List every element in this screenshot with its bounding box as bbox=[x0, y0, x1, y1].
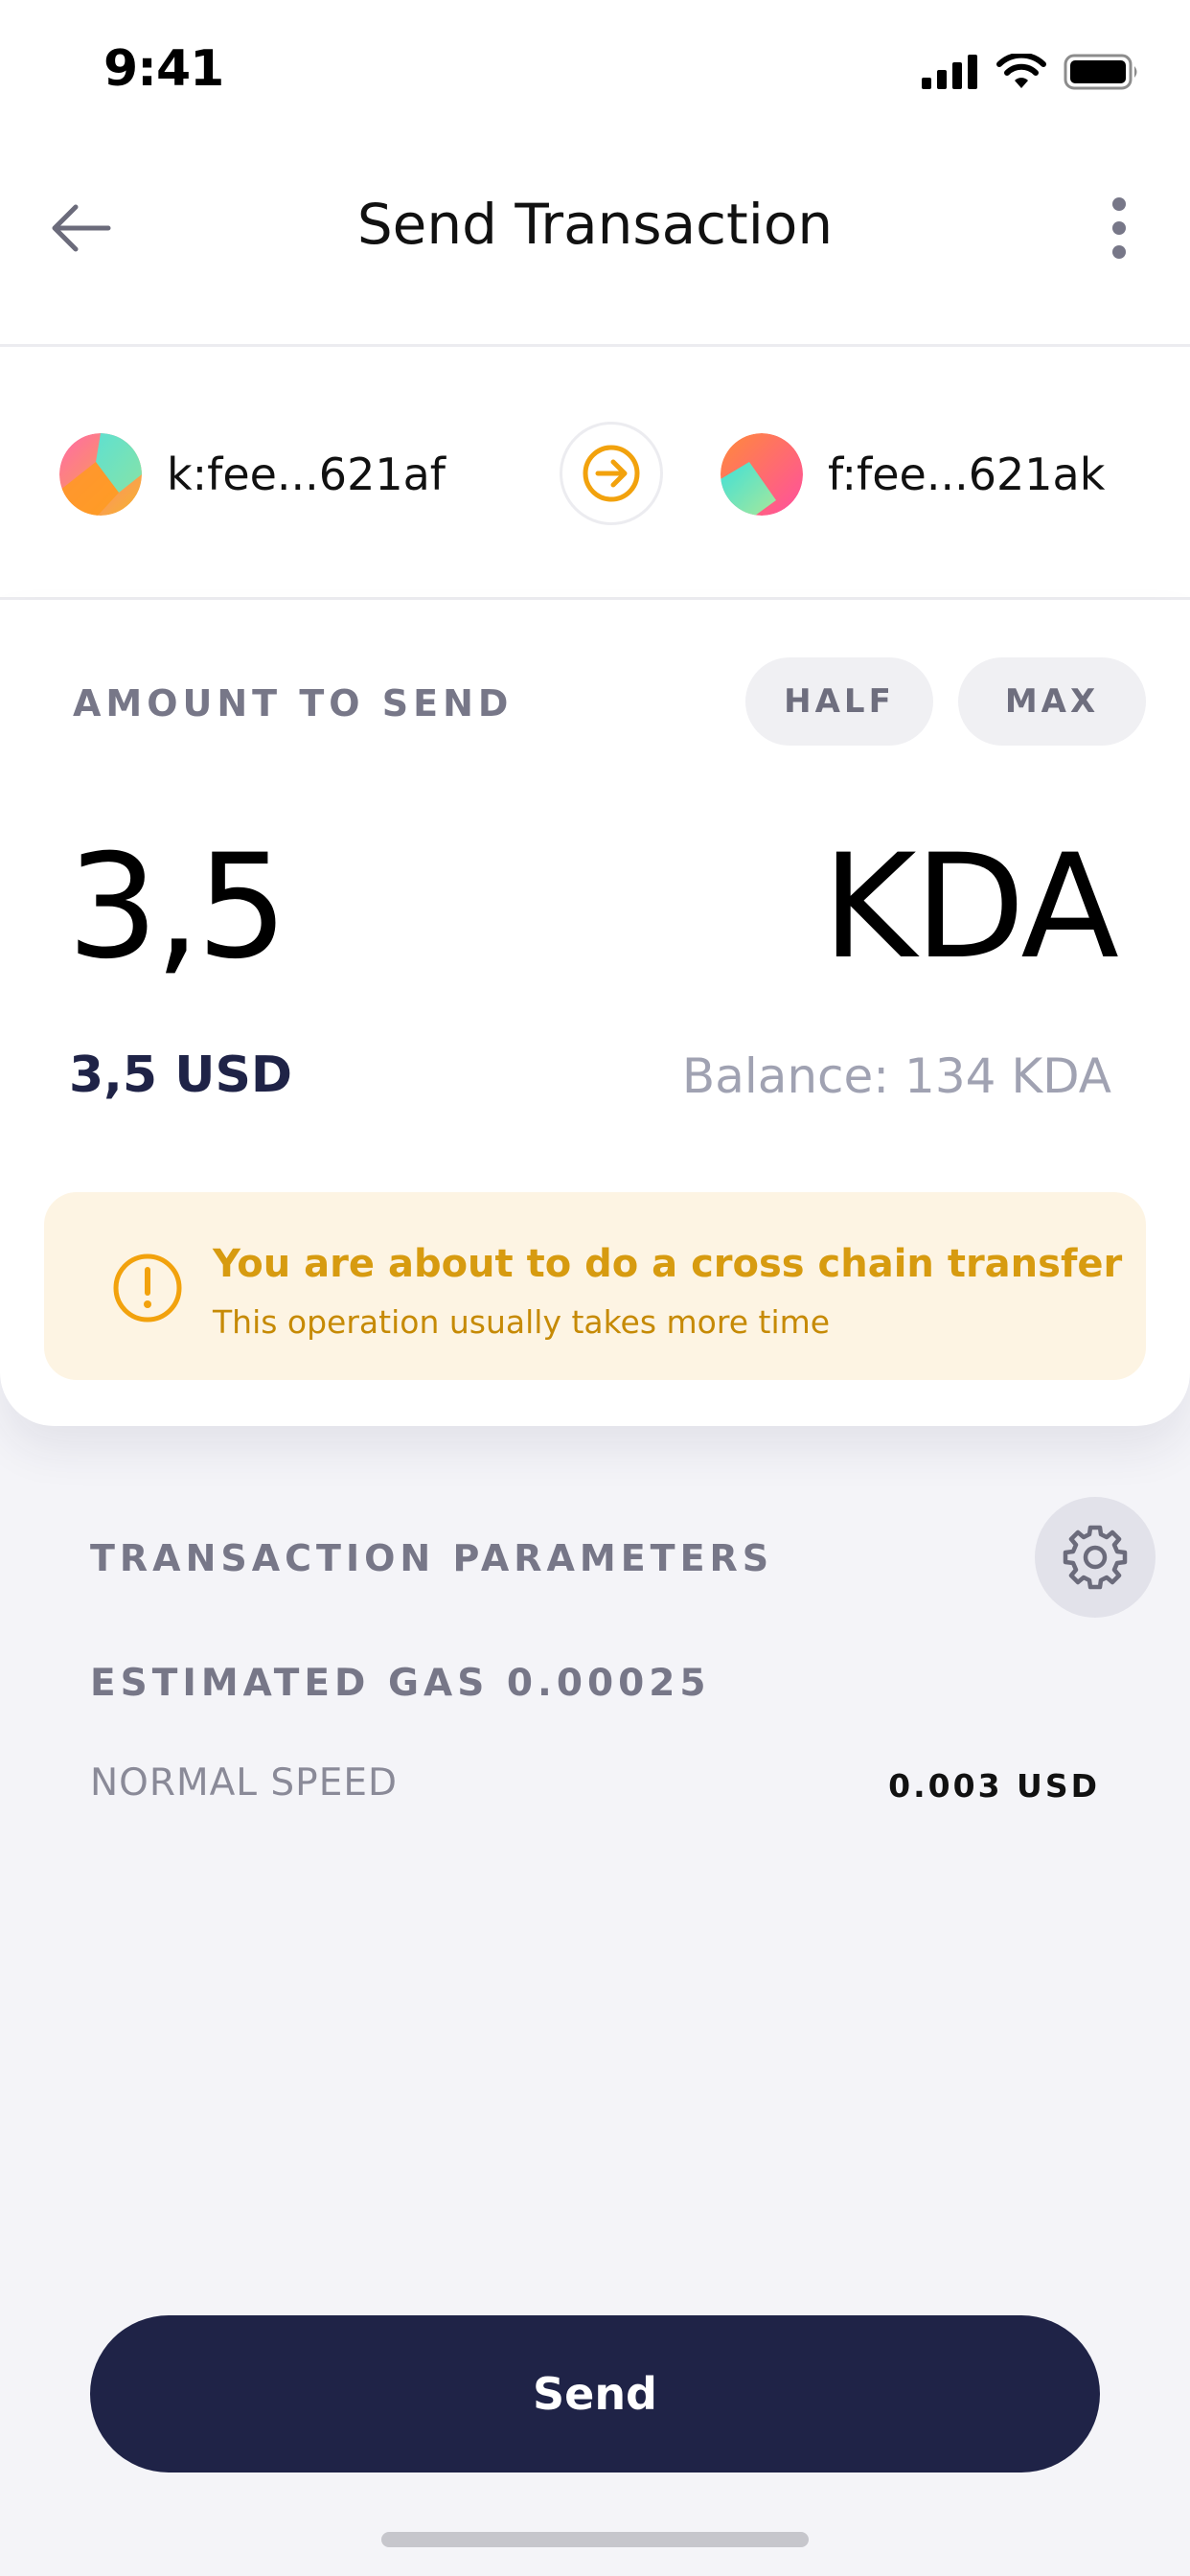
cross-chain-warning: You are about to do a cross chain transf… bbox=[44, 1192, 1146, 1380]
cellular-signal-icon bbox=[922, 55, 977, 89]
to-account-avatar bbox=[721, 433, 803, 516]
more-vertical-icon bbox=[1112, 197, 1126, 259]
amount-input[interactable]: 3,5 bbox=[67, 824, 288, 991]
wifi-icon bbox=[996, 54, 1046, 88]
params-section-label: TRANSACTION PARAMETERS bbox=[90, 1537, 774, 1579]
more-options-button[interactable] bbox=[1081, 190, 1157, 266]
gear-icon bbox=[1063, 1525, 1128, 1590]
warning-icon bbox=[113, 1254, 182, 1322]
speed-fee-value: 0.003 USD bbox=[888, 1767, 1100, 1805]
from-account[interactable]: k:fee...621af bbox=[59, 433, 446, 516]
to-account[interactable]: f:fee...621ak bbox=[721, 433, 1105, 516]
warning-subtitle: This operation usually takes more time bbox=[213, 1303, 831, 1341]
amount-card: AMOUNT TO SEND HALF MAX 3,5 KDA 3,5 USD … bbox=[0, 600, 1190, 1426]
status-bar: 9:41 bbox=[0, 0, 1190, 144]
from-account-avatar bbox=[59, 433, 142, 516]
arrow-right-circle-icon bbox=[583, 445, 640, 502]
status-time: 9:41 bbox=[103, 40, 224, 98]
settings-button[interactable] bbox=[1035, 1497, 1156, 1618]
header: Send Transaction bbox=[0, 144, 1190, 347]
swap-direction-button[interactable] bbox=[560, 422, 663, 525]
page-title: Send Transaction bbox=[356, 192, 834, 257]
half-button[interactable]: HALF bbox=[745, 657, 933, 746]
to-account-label: f:fee...621ak bbox=[828, 448, 1106, 500]
warning-title: You are about to do a cross chain transf… bbox=[213, 1242, 1123, 1286]
status-icons bbox=[922, 48, 1140, 96]
amount-section-label: AMOUNT TO SEND bbox=[73, 682, 514, 724]
home-indicator bbox=[381, 2532, 809, 2547]
accounts-row: k:fee...621af f:fee...621ak bbox=[0, 347, 1190, 600]
estimated-gas-label: ESTIMATED GAS 0.00025 bbox=[90, 1662, 711, 1705]
from-account-label: k:fee...621af bbox=[167, 448, 446, 500]
send-button[interactable]: Send bbox=[90, 2315, 1100, 2472]
max-button[interactable]: MAX bbox=[958, 657, 1146, 746]
balance-text: Balance: 134 KDA bbox=[681, 1048, 1111, 1104]
battery-icon bbox=[1064, 54, 1137, 90]
speed-label: NORMAL SPEED bbox=[90, 1761, 399, 1805]
token-symbol: KDA bbox=[822, 824, 1119, 991]
usd-equivalent: 3,5 USD bbox=[69, 1046, 293, 1104]
